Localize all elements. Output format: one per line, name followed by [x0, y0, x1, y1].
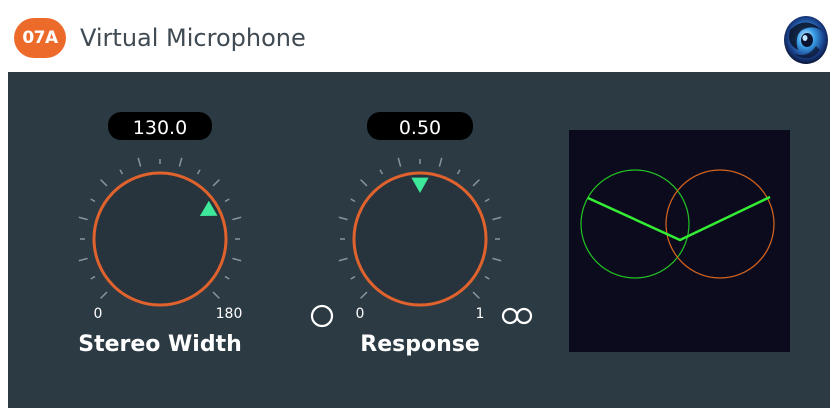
stereo-width-control: 130.0 0 180 Stereo Width — [78, 112, 242, 357]
scale-tick — [212, 291, 220, 299]
scale-tick — [196, 169, 201, 175]
plugin-window: 07A Virtual Microphone 130.0 0 180 Stere… — [0, 0, 838, 408]
scale-tick — [224, 198, 230, 203]
response-label: Response — [360, 332, 480, 357]
header-bar: 07A Virtual Microphone — [0, 0, 838, 72]
scale-tick — [492, 216, 502, 221]
scale-tick — [360, 179, 368, 187]
stereo-width-max-label: 180 — [216, 306, 243, 322]
scale-tick — [438, 157, 443, 167]
scale-tick — [484, 198, 490, 203]
scale-tick — [212, 179, 220, 187]
stereo-width-knob[interactable] — [92, 171, 228, 307]
scale-tick — [350, 275, 356, 280]
figure-eight-icon — [501, 307, 533, 325]
stereo-width-min-label: 0 — [94, 306, 103, 322]
plugin-title: Virtual Microphone — [80, 24, 306, 52]
scale-tick — [100, 179, 108, 187]
scale-tick — [90, 198, 96, 203]
scale-tick — [137, 157, 142, 167]
scale-tick — [90, 275, 96, 280]
scale-tick — [78, 216, 88, 221]
scale-tick — [472, 179, 480, 187]
scale-tick — [379, 169, 384, 175]
scale-tick — [350, 198, 356, 203]
controls-panel: 130.0 0 180 Stereo Width 0.50 0 1 Respon… — [8, 72, 830, 408]
scale-tick — [397, 157, 402, 167]
stereo-width-label: Stereo Width — [78, 332, 242, 357]
panel-canvas: 130.0 0 180 Stereo Width 0.50 0 1 Respon… — [78, 112, 790, 357]
app-logo-icon — [784, 16, 828, 64]
scale-tick — [224, 275, 230, 280]
scale-tick — [100, 291, 108, 299]
response-control: 0.50 0 1 Response — [310, 112, 533, 357]
omni-circle-icon — [310, 304, 334, 328]
scale-tick — [178, 157, 183, 167]
response-max-label: 1 — [476, 306, 485, 322]
scale-tick — [232, 216, 242, 221]
polar-pattern-display — [569, 130, 790, 352]
stereo-width-value: 130.0 — [133, 117, 187, 139]
scale-tick — [78, 257, 88, 262]
scale-tick — [472, 291, 480, 299]
scale-tick — [456, 169, 461, 175]
scale-tick — [484, 275, 490, 280]
response-value: 0.50 — [399, 117, 441, 139]
scale-tick — [338, 216, 348, 221]
scale-tick — [360, 291, 368, 299]
response-min-label: 0 — [356, 306, 365, 322]
scale-tick — [492, 257, 502, 262]
scale-tick — [338, 257, 348, 262]
module-badge: 07A — [14, 18, 66, 58]
scale-tick — [232, 257, 242, 262]
scale-tick — [119, 169, 124, 175]
